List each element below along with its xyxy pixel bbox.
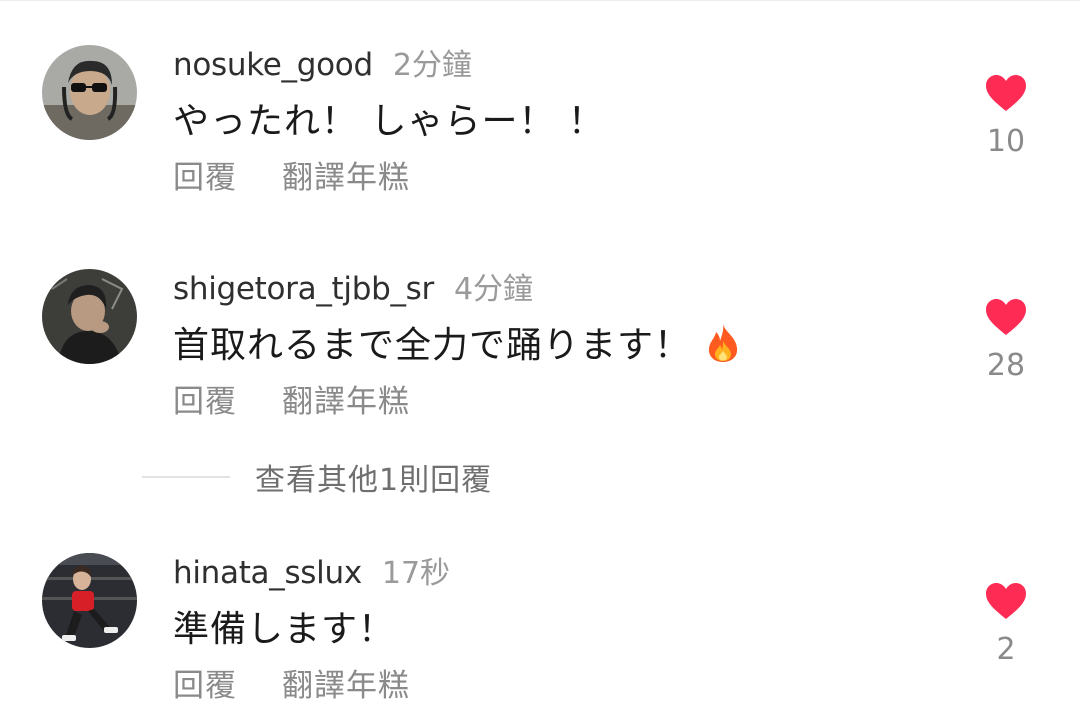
comment-username[interactable]: hinata_sslux [173, 555, 362, 591]
avatar[interactable] [42, 269, 137, 364]
comment-text-row: 首取れるまで全力で踊ります！ [173, 316, 741, 372]
comment-username[interactable]: nosuke_good [173, 47, 373, 83]
avatar[interactable] [42, 553, 137, 648]
avatar[interactable] [42, 45, 137, 140]
like-count: 2 [996, 632, 1016, 667]
comment-time: 17秒 [381, 556, 451, 591]
view-more-replies[interactable]: 查看其他1則回覆 [142, 455, 492, 499]
view-more-replies-label[interactable]: 查看其他1則回覆 [255, 455, 492, 499]
reply-button[interactable]: 回覆 [173, 376, 237, 421]
heart-icon [986, 299, 1026, 335]
like-button[interactable]: 28 [975, 298, 1037, 383]
comment-text: 首取れるまで全力で踊ります！ [173, 325, 692, 366]
like-button[interactable]: 10 [975, 74, 1037, 159]
translate-button[interactable]: 翻譯年糕 [282, 376, 410, 421]
heart-icon [986, 75, 1026, 111]
comment-text: 準備します！ [173, 609, 396, 650]
divider [142, 476, 230, 478]
top-divider [0, 0, 1080, 1]
reply-button[interactable]: 回覆 [173, 660, 237, 705]
fire-emoji-icon [705, 323, 741, 372]
translate-button[interactable]: 翻譯年糕 [282, 152, 410, 197]
like-count: 10 [986, 124, 1026, 159]
heart-icon [986, 583, 1026, 619]
comment-username[interactable]: shigetora_tjbb_sr [173, 271, 434, 307]
like-button[interactable]: 2 [975, 582, 1037, 667]
comment-text: やったれ！ しゃらー！ ！ [173, 101, 605, 142]
comment-time: 2分鐘 [392, 48, 472, 83]
comment-time: 4分鐘 [453, 272, 534, 307]
like-count: 28 [986, 348, 1026, 383]
reply-button[interactable]: 回覆 [173, 152, 237, 197]
translate-button[interactable]: 翻譯年糕 [282, 660, 410, 705]
